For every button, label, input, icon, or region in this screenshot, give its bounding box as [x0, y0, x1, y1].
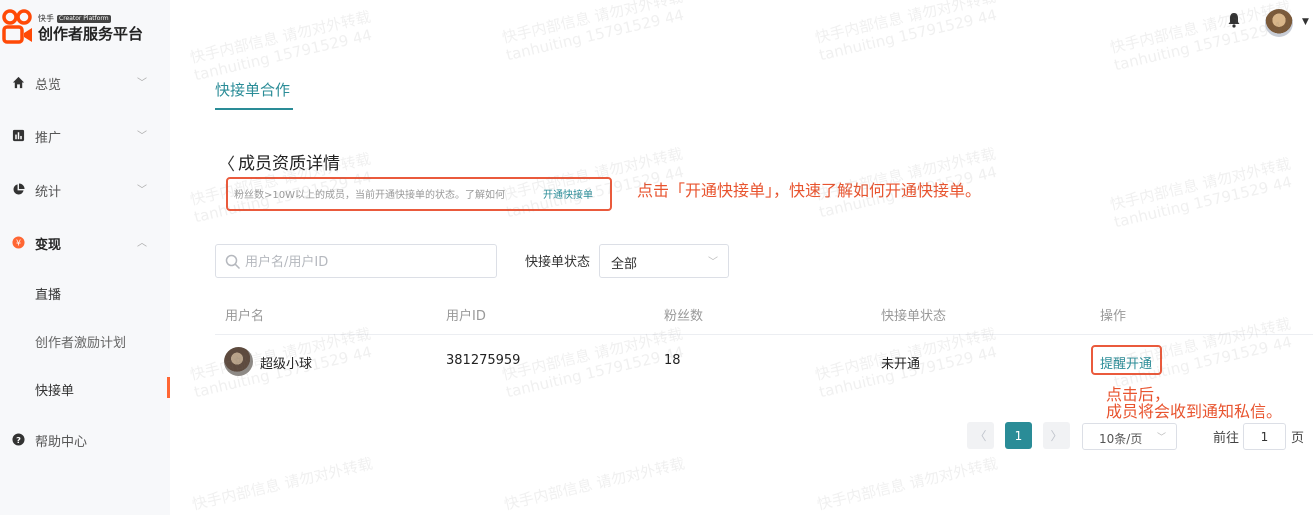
tab-underline [215, 108, 293, 110]
watermark-line: 快手内部信息 请勿对外转载 [1108, 154, 1293, 214]
svg-text:¥: ¥ [15, 238, 20, 247]
page-size-value: 10条/页 [1099, 432, 1143, 446]
watermark: 快手内部信息 请勿对外转载 tanhuiting 15791529 44 [1108, 155, 1296, 232]
chart-bar-icon [11, 128, 25, 142]
watermark: 快手内部信息 请勿对外转载 [502, 454, 686, 513]
watermark-line: tanhuiting 15791529 44 [192, 25, 374, 85]
sidebar: 快手 Creator Platform 创作者服务平台 总览 ﹀ 推广 ﹀ 统计… [0, 0, 170, 515]
goto-label: 前往 [1213, 431, 1240, 446]
sidebar-subitem-incentive[interactable]: 创作者激励计划 [35, 332, 126, 351]
page-title: 成员资质详情 [238, 154, 340, 174]
watermark: 快手内部信息 请勿对外转载 tanhuiting 15791529 44 [500, 325, 688, 402]
cell-username: 超级小球 [260, 357, 313, 372]
watermark-line: tanhuiting 15791529 44 [817, 5, 999, 65]
watermark-line: tanhuiting 15791529 44 [504, 342, 686, 402]
kuaishou-logo-icon [2, 9, 32, 44]
watermark: 快手内部信息 请勿对外转载 tanhuiting 15791529 44 [813, 0, 1001, 64]
watermark: 快手内部信息 请勿对外转载 tanhuiting 15791529 44 [1108, 0, 1296, 74]
chevron-down-icon: ﹀ [137, 131, 147, 142]
goto-page-input[interactable] [1243, 423, 1286, 450]
caret-down-icon[interactable]: ▼ [1302, 17, 1309, 27]
page-suffix-label: 页 [1291, 431, 1305, 446]
bell-icon[interactable] [1227, 12, 1241, 28]
watermark-line: 快手内部信息 请勿对外转载 [815, 454, 1000, 514]
annotation-line: 点击后， [1106, 385, 1171, 404]
annotation-line: 成员将会收到通知私信。 [1106, 402, 1283, 421]
column-header-status: 快接单状态 [881, 309, 947, 324]
column-header-user-id: 用户ID [446, 309, 486, 324]
column-header-action: 操作 [1100, 309, 1127, 324]
home-icon [11, 75, 25, 89]
sidebar-item-promotion[interactable]: 推广 ﹀ [0, 124, 170, 148]
status-select[interactable]: 全部 ﹀ [599, 244, 729, 278]
watermark: 快手内部信息 请勿对外转载 tanhuiting 15791529 44 [188, 8, 376, 85]
active-indicator [167, 377, 170, 398]
brand-title: 创作者服务平台 [38, 25, 144, 43]
sidebar-item-label: 推广 [35, 131, 62, 146]
svg-text:?: ? [16, 434, 21, 444]
chevron-down-icon: ﹀ [708, 257, 718, 268]
search-icon [225, 254, 241, 270]
chevron-down-icon: ﹀ [137, 78, 147, 89]
cell-status: 未开通 [881, 357, 921, 372]
watermark-line: 快手内部信息 请勿对外转载 [502, 454, 687, 514]
status-filter-label: 快接单状态 [525, 255, 591, 270]
annotation-open-tip: 点击「开通快接单」，快速了解如何开通快接单。 [637, 181, 982, 200]
watermark: 快手内部信息 请勿对外转载 tanhuiting 15791529 44 [500, 0, 688, 64]
brand-logo[interactable]: 快手 Creator Platform 创作者服务平台 [2, 9, 162, 45]
avatar [224, 347, 253, 376]
search-box[interactable] [215, 244, 497, 278]
remind-open-button[interactable]: 提醒开通 [1100, 353, 1152, 372]
chevron-down-icon: ﹀ [137, 185, 147, 196]
annotation-remind-tip: 点击后， 成员将会收到通知私信。 [1106, 386, 1282, 420]
watermark-line: tanhuiting 15791529 44 [1112, 172, 1294, 232]
next-page-button[interactable]: 〉 [1043, 422, 1070, 449]
column-header-fans: 粉丝数 [664, 309, 704, 324]
cell-fans: 18 [664, 353, 681, 368]
watermark-line: 快手内部信息 请勿对外转载 [813, 0, 998, 47]
page-size-select[interactable]: 10条/页 ﹀ [1082, 423, 1177, 450]
page-number-button[interactable]: 1 [1005, 422, 1032, 449]
help-icon: ? [11, 432, 25, 446]
chevron-up-icon: ︿ [137, 238, 147, 249]
prev-page-button[interactable]: 〈 [967, 422, 994, 449]
tab-quick-order-cooperation[interactable]: 快接单合作 [215, 79, 290, 100]
cell-user-id: 381275959 [446, 353, 521, 368]
sidebar-subitem-live[interactable]: 直播 [35, 284, 61, 303]
back-arrow-icon[interactable]: 〈 [218, 150, 235, 175]
table-divider [215, 334, 1313, 335]
watermark-line: 快手内部信息 请勿对外转载 [188, 7, 373, 67]
brand-pill: Creator Platform [57, 14, 111, 23]
sidebar-item-statistics[interactable]: 统计 ﹀ [0, 178, 170, 202]
sidebar-subitem-quick-order[interactable]: 快接单 [35, 380, 74, 399]
user-avatar[interactable] [1265, 9, 1293, 37]
sidebar-item-label: 帮助中心 [35, 435, 88, 450]
watermark: 快手内部信息 请勿对外转载 [190, 454, 374, 513]
watermark: 快手内部信息 请勿对外转载 [815, 454, 999, 513]
column-header-username: 用户名 [225, 309, 265, 324]
search-input[interactable] [245, 252, 485, 272]
sidebar-item-label: 统计 [35, 185, 62, 200]
sidebar-item-label: 总览 [35, 78, 62, 93]
pie-chart-icon [11, 182, 25, 196]
qualification-note: 粉丝数>10W以上的成员，当前开通快接单的状态。了解如何 [234, 190, 505, 201]
chevron-down-icon: ﹀ [1157, 433, 1167, 443]
sidebar-item-overview[interactable]: 总览 ﹀ [0, 71, 170, 95]
sidebar-item-monetization[interactable]: ¥ 变现 ︿ [0, 231, 170, 255]
open-quick-order-link[interactable]: 开通快接单 [543, 186, 593, 201]
status-select-value: 全部 [611, 257, 638, 272]
yen-icon: ¥ [11, 235, 25, 249]
sidebar-item-help[interactable]: ? 帮助中心 [0, 428, 170, 452]
watermark-line: tanhuiting 15791529 44 [504, 5, 686, 65]
watermark-line: 快手内部信息 请勿对外转载 [500, 0, 685, 47]
sidebar-item-label: 变现 [35, 238, 62, 253]
watermark-line: 快手内部信息 请勿对外转载 [1108, 0, 1293, 57]
watermark-line: 快手内部信息 请勿对外转载 [190, 454, 375, 514]
